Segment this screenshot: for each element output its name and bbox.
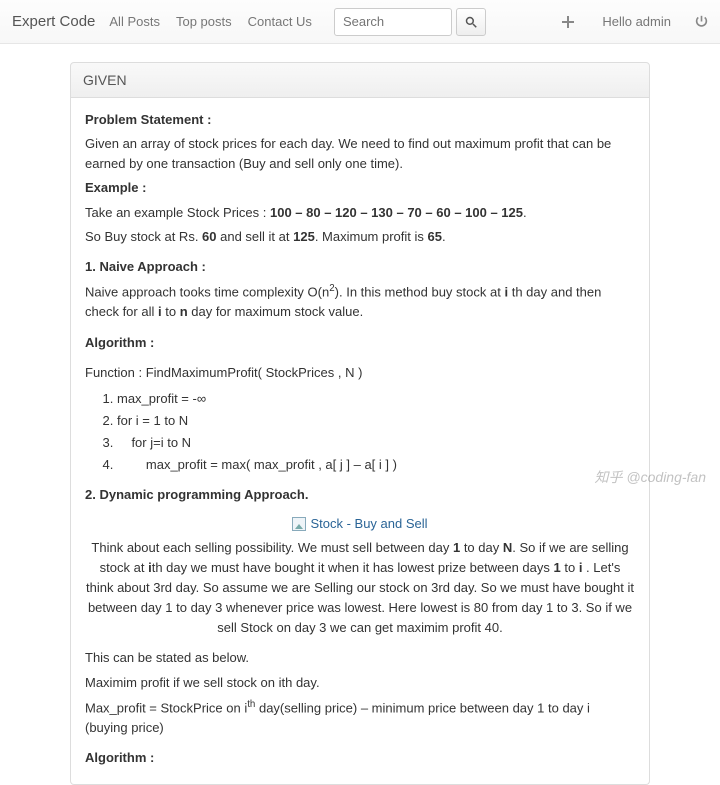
nav-top-posts[interactable]: Top posts xyxy=(176,14,232,29)
dp-max2: Max_profit = StockPrice on ith day(selli… xyxy=(85,697,635,739)
example-values: 100 – 80 – 120 – 130 – 70 – 60 – 100 – 1… xyxy=(270,205,523,220)
user-greeting[interactable]: Hello admin xyxy=(602,14,671,29)
panel-body: Problem Statement : Given an array of st… xyxy=(70,98,650,785)
heading-algorithm-1: Algorithm : xyxy=(85,333,635,353)
heading-naive: 1. Naive Approach : xyxy=(85,257,635,277)
algo-step: max_profit = -∞ xyxy=(117,389,635,409)
search-icon xyxy=(465,16,477,28)
dp-paragraph: Think about each selling possibility. We… xyxy=(85,538,635,639)
heading-dp: 2. Dynamic programming Approach. xyxy=(85,485,635,505)
function-signature: Function : FindMaximumProfit( StockPrice… xyxy=(85,363,635,383)
algo-step: for j=i to N xyxy=(117,433,635,453)
plus-icon xyxy=(562,16,574,28)
heading-algorithm-2: Algorithm : xyxy=(85,748,635,768)
nav-contact[interactable]: Contact Us xyxy=(248,14,312,29)
algorithm-steps-1: max_profit = -∞ for i = 1 to N for j=i t… xyxy=(117,389,635,476)
algo-step: max_profit = max( max_profit , a[ j ] – … xyxy=(117,455,635,475)
logout-button[interactable] xyxy=(695,15,708,28)
navbar: Expert Code All Posts Top posts Contact … xyxy=(0,0,720,44)
add-post-button[interactable] xyxy=(562,16,574,28)
brand[interactable]: Expert Code xyxy=(12,13,95,30)
dp-max1: Maximim profit if we sell stock on ith d… xyxy=(85,673,635,693)
main-content: GIVEN Problem Statement : Given an array… xyxy=(70,62,650,785)
search-button[interactable] xyxy=(456,8,486,36)
search-form xyxy=(334,8,486,36)
heading-problem-statement: Problem Statement : xyxy=(85,110,635,130)
dp-below: This can be stated as below. xyxy=(85,648,635,668)
search-input[interactable] xyxy=(334,8,452,36)
broken-image-icon xyxy=(292,517,306,531)
naive-text: Naive approach tooks time complexity O(n… xyxy=(85,281,635,323)
example-result: So Buy stock at Rs. 60 and sell it at 12… xyxy=(85,227,635,247)
problem-statement-text: Given an array of stock prices for each … xyxy=(85,134,635,174)
algo-step: for i = 1 to N xyxy=(117,411,635,431)
example-line: Take an example Stock Prices : 100 – 80 … xyxy=(85,203,635,223)
panel-header: GIVEN xyxy=(70,62,650,98)
nav-all-posts[interactable]: All Posts xyxy=(109,14,160,29)
heading-example: Example : xyxy=(85,178,635,198)
power-icon xyxy=(695,15,708,28)
